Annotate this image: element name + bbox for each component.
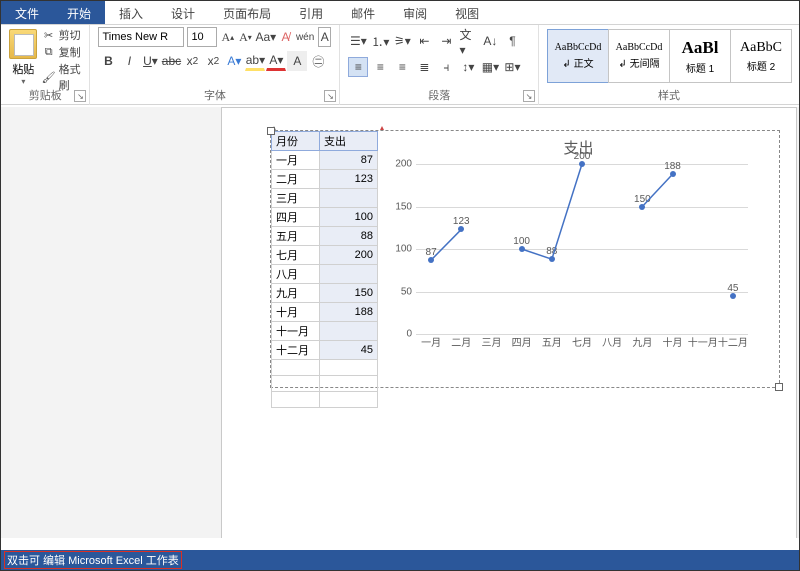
grow-font-button[interactable]: A▴ bbox=[220, 27, 235, 47]
paste-button[interactable]: 粘贴 ▾ bbox=[9, 27, 38, 86]
tab-review[interactable]: 审阅 bbox=[389, 1, 441, 24]
menu-tabs: 文件 开始 插入 设计 页面布局 引用 邮件 审阅 视图 bbox=[1, 1, 799, 25]
numbering-button[interactable]: ⒈▾ bbox=[370, 31, 390, 51]
text-direction-button[interactable]: 文▾ bbox=[458, 31, 478, 51]
multilevel-button[interactable]: ⚞▾ bbox=[392, 31, 412, 51]
clipboard-dialog-launcher[interactable]: ↘ bbox=[74, 90, 86, 102]
group-label-paragraph: 段落 bbox=[340, 87, 538, 103]
group-label-font: 字体 bbox=[90, 87, 339, 103]
spreadsheet-area: 月份支出一月87二月123三月四月100五月88七月200八月九月150十月18… bbox=[271, 131, 378, 387]
subscript-button[interactable]: x2 bbox=[182, 51, 202, 71]
copy-button[interactable]: ⧉复制 bbox=[42, 44, 82, 60]
style-2[interactable]: AaBl标题 1 bbox=[669, 29, 731, 83]
bold-button[interactable]: B bbox=[98, 51, 118, 71]
superscript-button[interactable]: x2 bbox=[203, 51, 223, 71]
tab-file[interactable]: 文件 bbox=[1, 1, 53, 24]
justify-button[interactable]: ≣ bbox=[414, 57, 434, 77]
change-case-button[interactable]: Aa▾ bbox=[256, 27, 276, 47]
decrease-indent-button[interactable]: ⇤ bbox=[414, 31, 434, 51]
font-dialog-launcher[interactable]: ↘ bbox=[324, 90, 336, 102]
scissors-icon: ✂ bbox=[42, 28, 56, 42]
distribute-button[interactable]: ⫞ bbox=[436, 57, 456, 77]
show-marks-button[interactable]: ¶ bbox=[502, 31, 522, 51]
data-table[interactable]: 月份支出一月87二月123三月四月100五月88七月200八月九月150十月18… bbox=[271, 131, 378, 408]
borders-button[interactable]: ⊞▾ bbox=[502, 57, 522, 77]
highlight-button[interactable]: ab▾ bbox=[245, 51, 265, 71]
group-paragraph: ☰▾ ⒈▾ ⚞▾ ⇤ ⇥ 文▾ A↓ ¶ ≡ ≡ ≡ ≣ ⫞ ↕▾ ▦▾ ⊞▾ … bbox=[340, 25, 539, 105]
tab-home[interactable]: 开始 bbox=[53, 1, 105, 24]
shading-button[interactable]: ▦▾ bbox=[480, 57, 500, 77]
underline-button[interactable]: U▾ bbox=[140, 51, 160, 71]
shrink-font-button[interactable]: A▾ bbox=[238, 27, 253, 47]
char-shading-button[interactable]: A bbox=[287, 51, 307, 71]
tab-references[interactable]: 引用 bbox=[285, 1, 337, 24]
paragraph-dialog-launcher[interactable]: ↘ bbox=[523, 90, 535, 102]
tab-view[interactable]: 视图 bbox=[441, 1, 493, 24]
align-left-button[interactable]: ≡ bbox=[348, 57, 368, 77]
tab-design[interactable]: 设计 bbox=[157, 1, 209, 24]
group-clipboard: 粘贴 ▾ ✂剪切 ⧉复制 🖌格式刷 剪贴板 ↘ bbox=[1, 25, 90, 105]
group-label-styles: 样式 bbox=[539, 87, 799, 103]
group-styles: AaBbCcDd↲ 正文AaBbCcDd↲ 无间隔AaBl标题 1AaBbC标题… bbox=[539, 25, 799, 105]
text-effects-button[interactable]: A▾ bbox=[224, 51, 244, 71]
group-font: A▴ A▾ Aa▾ A̸ wén A B I U▾ abc x2 x2 A▾ a… bbox=[90, 25, 340, 105]
paste-icon bbox=[9, 29, 37, 59]
status-bar: 双击可 编辑 Microsoft Excel 工作表 bbox=[1, 550, 799, 570]
style-1[interactable]: AaBbCcDd↲ 无间隔 bbox=[608, 29, 670, 83]
style-3[interactable]: AaBbC标题 2 bbox=[730, 29, 792, 83]
font-name-input[interactable] bbox=[98, 27, 184, 47]
italic-button[interactable]: I bbox=[119, 51, 139, 71]
line-spacing-button[interactable]: ↕▾ bbox=[458, 57, 478, 77]
brush-icon: 🖌 bbox=[42, 70, 56, 84]
char-border-button[interactable]: A bbox=[318, 27, 331, 47]
tab-mailings[interactable]: 邮件 bbox=[337, 1, 389, 24]
bullets-button[interactable]: ☰▾ bbox=[348, 31, 368, 51]
sort-button[interactable]: A↓ bbox=[480, 31, 500, 51]
tab-layout[interactable]: 页面布局 bbox=[209, 1, 285, 24]
align-right-button[interactable]: ≡ bbox=[392, 57, 412, 77]
embedded-excel-object[interactable]: 月份支出一月87二月123三月四月100五月88七月200八月九月150十月18… bbox=[270, 130, 780, 388]
chart-area[interactable]: 支出 050100150200一月二月三月四月五月七月八月九月十月十一月十二月8… bbox=[378, 131, 779, 387]
ribbon: 粘贴 ▾ ✂剪切 ⧉复制 🖌格式刷 剪贴板 ↘ A▴ A▾ Aa▾ A̸ wén… bbox=[1, 25, 799, 105]
phonetic-button[interactable]: wén bbox=[295, 27, 315, 47]
page: 月份支出一月87二月123三月四月100五月88七月200八月九月150十月18… bbox=[221, 107, 797, 538]
style-0[interactable]: AaBbCcDd↲ 正文 bbox=[547, 29, 609, 83]
cut-button[interactable]: ✂剪切 bbox=[42, 27, 82, 43]
align-center-button[interactable]: ≡ bbox=[370, 57, 390, 77]
copy-icon: ⧉ bbox=[42, 45, 56, 59]
strike-button[interactable]: abc bbox=[161, 51, 181, 71]
clear-format-button[interactable]: A̸ bbox=[279, 27, 292, 47]
tab-insert[interactable]: 插入 bbox=[105, 1, 157, 24]
font-color-button[interactable]: A▾ bbox=[266, 51, 286, 71]
document-area: 月份支出一月87二月123三月四月100五月88七月200八月九月150十月18… bbox=[1, 107, 799, 538]
enclose-char-button[interactable]: ㊁ bbox=[308, 51, 328, 71]
status-text: 双击可 编辑 Microsoft Excel 工作表 bbox=[4, 551, 182, 569]
increase-indent-button[interactable]: ⇥ bbox=[436, 31, 456, 51]
paste-label: 粘贴 bbox=[12, 61, 34, 77]
chart-plot: 050100150200一月二月三月四月五月七月八月九月十月十一月十二月8712… bbox=[388, 164, 748, 354]
font-size-input[interactable] bbox=[187, 27, 217, 47]
